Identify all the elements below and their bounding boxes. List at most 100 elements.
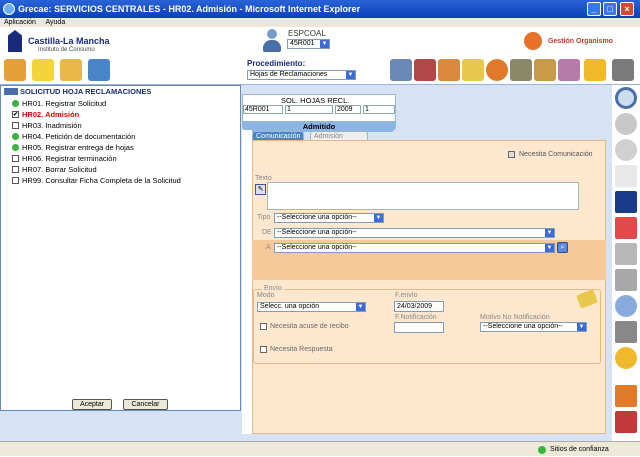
app-header: Castilla-La Mancha Instituto de Consumo …: [0, 27, 640, 57]
books-icon[interactable]: [414, 59, 436, 81]
procedure-label: Procedimiento:: [247, 59, 306, 68]
back-icon[interactable]: [615, 113, 637, 135]
folder-icon[interactable]: [60, 59, 82, 81]
bottle-icon[interactable]: [615, 295, 637, 317]
tools-exit-icon[interactable]: [615, 385, 637, 407]
right-sidebar: [612, 85, 640, 441]
minimize-button[interactable]: _: [587, 2, 601, 16]
computer-icon[interactable]: [88, 59, 110, 81]
needs-communication-label: Necesita Comunicación: [519, 151, 593, 158]
tree-item-hr02[interactable]: ✔ HR02. Admisión: [12, 110, 79, 119]
done-check-icon: [12, 144, 19, 151]
window-title-bar: Grecae: SERVICIOS CENTRALES - HR02. Admi…: [0, 0, 640, 18]
envio-label: Envío: [262, 285, 284, 292]
calculator-icon[interactable]: [612, 59, 634, 81]
org-management-link[interactable]: Gestión Organismo: [548, 38, 613, 45]
status-bar: Sitios de confianza: [0, 441, 640, 456]
de-select[interactable]: --Seleccione una opción-- ▼: [274, 228, 555, 238]
laptop-icon[interactable]: [390, 59, 412, 81]
ideas-icon[interactable]: [32, 59, 54, 81]
respuesta-label: Necesita Respuesta: [270, 346, 333, 353]
window-title: Grecae: SERVICIOS CENTRALES - HR02. Admi…: [18, 4, 361, 14]
tree-item-hr01[interactable]: HR01. Registrar Solicitud: [12, 99, 106, 108]
a-select[interactable]: --Seleccione una opción-- ▼: [274, 243, 555, 253]
fenvio-label: F.envío: [395, 292, 418, 299]
chevron-down-icon: ▼: [356, 303, 365, 311]
chevron-down-icon: ▼: [545, 229, 554, 237]
checkbox-icon: [12, 155, 19, 162]
maximize-button[interactable]: □: [603, 2, 617, 16]
needs-communication-checkbox[interactable]: [508, 151, 515, 158]
done-check-icon: [12, 133, 19, 140]
forward-icon[interactable]: [615, 139, 637, 161]
attach-icon[interactable]: [615, 269, 637, 291]
acuse-label: Necesita acuse de recibo: [270, 323, 349, 330]
organism-icon: [524, 32, 542, 50]
form-year: 2009: [335, 105, 361, 114]
exit-icon[interactable]: [615, 411, 637, 433]
trusted-zone-icon: [538, 446, 546, 454]
chevron-down-icon: ▼: [320, 40, 329, 48]
chevron-down-icon: ▼: [374, 214, 383, 222]
form-office: 45R001: [243, 105, 283, 114]
menu-ayuda[interactable]: Ayuda: [45, 19, 65, 26]
user-code: ESPCOAL: [288, 29, 326, 38]
logo-shield-icon: [8, 30, 22, 52]
settings-gear-icon[interactable]: [615, 347, 637, 369]
tree-item-hr03[interactable]: HR03. Inadmisión: [12, 121, 82, 130]
gears-icon[interactable]: [584, 59, 606, 81]
form-header-title: SOL. HOJAS RECL.: [281, 96, 350, 105]
tree-item-hr05[interactable]: HR05. Registrar entrega de hojas: [12, 143, 134, 152]
fnotificacion-input[interactable]: [394, 322, 444, 333]
copy-icon[interactable]: [615, 243, 637, 265]
diamond-icon[interactable]: [462, 59, 484, 81]
magnifier-icon[interactable]: [615, 87, 637, 109]
save-icon[interactable]: [615, 191, 637, 213]
fenvio-input[interactable]: 24/03/2009: [394, 301, 444, 312]
respuesta-checkbox[interactable]: [260, 346, 267, 353]
de-label: DE: [262, 229, 272, 236]
task-tree-panel: SOLICITUD HOJA RECLAMACIONES HR01. Regis…: [0, 85, 241, 411]
tree-item-hr04[interactable]: HR04. Petición de documentación: [12, 132, 135, 141]
chevron-down-icon: ▼: [545, 244, 554, 252]
texto-textarea[interactable]: [267, 182, 579, 210]
acuse-checkbox[interactable]: [260, 323, 267, 330]
security-zone: Sitios de confianza: [550, 446, 609, 453]
chevron-down-icon: ▼: [346, 71, 355, 79]
package-icon[interactable]: [438, 59, 460, 81]
checkbox-icon: [12, 177, 19, 184]
tipo-select[interactable]: --Seleccione una opción-- ▼: [274, 213, 384, 223]
procedure-select[interactable]: Hojas de Reclamaciones ▼: [247, 70, 356, 80]
tree-item-hr07[interactable]: HR07. Borrar Solicitud: [12, 165, 97, 174]
modo-select[interactable]: Selecc. una opción ▼: [257, 302, 366, 312]
text-editor-icon[interactable]: ✎: [255, 184, 266, 195]
printer-icon[interactable]: [615, 321, 637, 343]
accept-button[interactable]: Aceptar: [72, 399, 112, 410]
firefox-icon[interactable]: [486, 59, 508, 81]
checked-box-icon: ✔: [12, 111, 19, 118]
tree-item-hr99[interactable]: HR99. Consultar Ficha Completa de la Sol…: [12, 176, 181, 185]
delete-icon[interactable]: [615, 217, 637, 239]
search-doc-icon[interactable]: [510, 59, 532, 81]
abacus-icon[interactable]: [534, 59, 556, 81]
close-button[interactable]: ×: [620, 2, 634, 16]
modo-label: Modo: [257, 292, 275, 299]
motivo-select[interactable]: --Seleccione una opción-- ▼: [480, 322, 587, 332]
document-icon[interactable]: [615, 165, 637, 187]
cancel-button[interactable]: Cancelar: [123, 399, 168, 410]
motivo-label: Motivo No Notificación: [480, 314, 550, 321]
logo-subtitle: Instituto de Consumo: [38, 47, 95, 53]
menu-aplicacion[interactable]: Aplicación: [4, 19, 36, 26]
user-icon: [262, 29, 282, 53]
tree-root-icon: [4, 88, 18, 95]
search-icon[interactable]: ⌕: [557, 242, 568, 253]
form-number: 1: [285, 105, 333, 114]
home-icon[interactable]: [4, 59, 26, 81]
tree-item-hr06[interactable]: HR06. Registrar terminación: [12, 154, 117, 163]
tools-icon[interactable]: [558, 59, 580, 81]
menu-bar: Aplicación Ayuda: [0, 18, 640, 27]
a-label: A: [266, 244, 271, 251]
fnotificacion-label: F.Notificación: [395, 314, 437, 321]
office-select[interactable]: 45R001 ▼: [287, 39, 330, 49]
toolbar: Procedimiento: Hojas de Reclamaciones ▼: [0, 57, 640, 85]
